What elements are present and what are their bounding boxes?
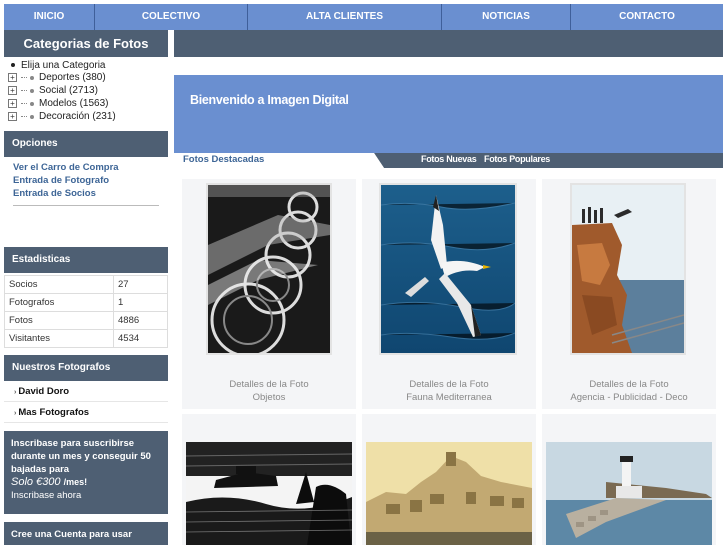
options-links: Ver el Carro de Compra Entrada de Fotogr… (13, 161, 163, 206)
stat-label: Fotos (4, 311, 114, 330)
category-label[interactable]: Modelos (1563) (39, 98, 108, 109)
bullet-icon (30, 101, 34, 106)
table-row: Fotografos 1 (4, 293, 168, 312)
nav-colectivo[interactable]: COLECTIVO (95, 4, 248, 30)
tab-new-photos[interactable]: Fotos Nuevas (421, 154, 477, 164)
stat-value: 27 (113, 275, 168, 294)
stat-value: 4886 (113, 311, 168, 330)
tree-line (21, 90, 27, 91)
welcome-title: Bienvenido a Imagen Digital (190, 93, 349, 107)
photo-caption: Detalles de la Foto Agencia - Publicidad… (542, 378, 716, 404)
photo-details-link[interactable]: Detalles de la Foto (542, 378, 716, 391)
subscribe-link[interactable]: Inscribase ahora (11, 489, 161, 502)
categories-title: Categorias de Fotos (4, 30, 168, 57)
photo-card[interactable] (362, 414, 536, 545)
stat-label: Socios (4, 275, 114, 294)
photo-boat-silhouette[interactable] (186, 442, 352, 545)
photo-card[interactable]: Detalles de la Foto Fauna Mediterranea (362, 179, 536, 409)
nav-noticias[interactable]: NOTICIAS (442, 4, 571, 30)
category-label[interactable]: Deportes (380) (39, 72, 106, 83)
bullet-icon (30, 88, 34, 93)
photo-caption: Detalles de la Foto Fauna Mediterranea (362, 378, 536, 404)
photo-category: Agencia - Publicidad - Deco (570, 392, 688, 403)
photo-old-town[interactable] (366, 442, 532, 545)
options-title: Opciones (4, 131, 168, 157)
photo-tabs: Fotos Nuevas Fotos Populares Fotos Desta… (174, 153, 723, 168)
tree-line (21, 103, 27, 104)
cart-link[interactable]: Ver el Carro de Compra (13, 161, 163, 174)
category-item[interactable]: + Decoración (231) (8, 110, 168, 123)
category-label[interactable]: Social (2713) (39, 85, 98, 96)
photo-details-link[interactable]: Detalles de la Foto (182, 378, 356, 391)
photo-card[interactable]: Detalles de la Foto Agencia - Publicidad… (542, 179, 716, 409)
arrow-icon: › (14, 389, 17, 396)
expand-icon[interactable]: + (8, 73, 17, 82)
promo-text: Inscribase para suscribirse durante un m… (11, 438, 151, 475)
nav-contacto[interactable]: CONTACTO (571, 4, 723, 30)
stat-label: Fotografos (4, 293, 114, 312)
promo-price-amount: Solo €300 (11, 476, 61, 488)
photo-lighthouse[interactable] (546, 442, 712, 545)
stat-value: 4534 (113, 329, 168, 348)
photo-card[interactable]: Detalles de la Foto Objetos (182, 179, 356, 409)
photo-frame (570, 183, 686, 355)
photographer-login-link[interactable]: Entrada de Fotografo (13, 174, 163, 187)
stats-title: Estadisticas (4, 247, 168, 273)
page: INICIO COLECTIVO ALTA CLIENTES NOTICIAS … (0, 0, 727, 545)
photographer-link[interactable]: › David Doro (4, 381, 168, 402)
member-login-link[interactable]: Entrada de Socios (13, 187, 163, 200)
stats-table: Socios 27 Fotografos 1 Fotos 4886 Visitante… (4, 275, 168, 348)
top-nav: INICIO COLECTIVO ALTA CLIENTES NOTICIAS … (4, 4, 723, 30)
photo-caption: Detalles de la Foto Objetos (182, 378, 356, 404)
category-item[interactable]: + Social (2713) (8, 84, 168, 97)
table-row: Fotos 4886 (4, 311, 168, 330)
photographer-name[interactable]: David Doro (18, 386, 69, 397)
nav-alta-clientes[interactable]: ALTA CLIENTES (248, 4, 442, 30)
photo-card[interactable] (182, 414, 356, 545)
bullet-icon (11, 63, 15, 67)
stat-value: 1 (113, 293, 168, 312)
expand-icon[interactable]: + (8, 99, 17, 108)
category-item[interactable]: + Deportes (380) (8, 71, 168, 84)
category-tree: Elija una Categoria + Deportes (380) + S… (8, 59, 168, 123)
photographers-title: Nuestros Fotografos (4, 355, 168, 381)
nav-inicio[interactable]: INICIO (4, 4, 95, 30)
subscription-promo: Inscribase para suscribirse durante un m… (4, 431, 168, 514)
photo-motorcycles[interactable] (208, 185, 330, 353)
stat-label: Visitantes (4, 329, 114, 348)
category-item[interactable]: + Modelos (1563) (8, 97, 168, 110)
tabs-background: Fotos Nuevas Fotos Populares (374, 153, 723, 168)
tab-featured-label[interactable]: Fotos Destacadas (183, 154, 264, 165)
photo-details-link[interactable]: Detalles de la Foto (362, 378, 536, 391)
bullet-icon (30, 114, 34, 119)
tab-featured[interactable]: Fotos Destacadas (174, 153, 384, 168)
category-label[interactable]: Decoración (231) (39, 111, 116, 122)
category-root-label: Elija una Categoria (21, 59, 106, 71)
expand-icon[interactable]: + (8, 112, 17, 121)
photo-category: Objetos (252, 392, 286, 403)
tab-popular-photos[interactable]: Fotos Populares (484, 154, 550, 164)
more-photographers-link[interactable]: › Mas Fotografos (4, 402, 168, 423)
expand-icon[interactable]: + (8, 86, 17, 95)
header-subbar (174, 30, 723, 57)
photo-frame (379, 183, 517, 355)
photo-category: Fauna Mediterranea (406, 392, 492, 403)
divider (13, 205, 159, 206)
photo-card[interactable] (542, 414, 716, 545)
photo-seagull[interactable] (381, 185, 515, 353)
photo-frame (206, 183, 332, 355)
promo-price-period: /mes! (63, 477, 88, 487)
create-account-box[interactable]: Cree una Cuenta para usar (4, 522, 168, 545)
photographer-name[interactable]: Mas Fotografos (18, 407, 89, 418)
bullet-icon (30, 75, 34, 80)
table-row: Socios 27 (4, 275, 168, 294)
table-row: Visitantes 4534 (4, 329, 168, 348)
tree-line (21, 77, 27, 78)
promo-price: Solo €300 /mes! (11, 476, 161, 489)
photo-cliff-jump[interactable] (572, 185, 684, 353)
tree-line (21, 116, 27, 117)
category-root[interactable]: Elija una Categoria (8, 59, 168, 71)
arrow-icon: › (14, 410, 17, 417)
welcome-banner: Bienvenido a Imagen Digital (174, 75, 723, 153)
